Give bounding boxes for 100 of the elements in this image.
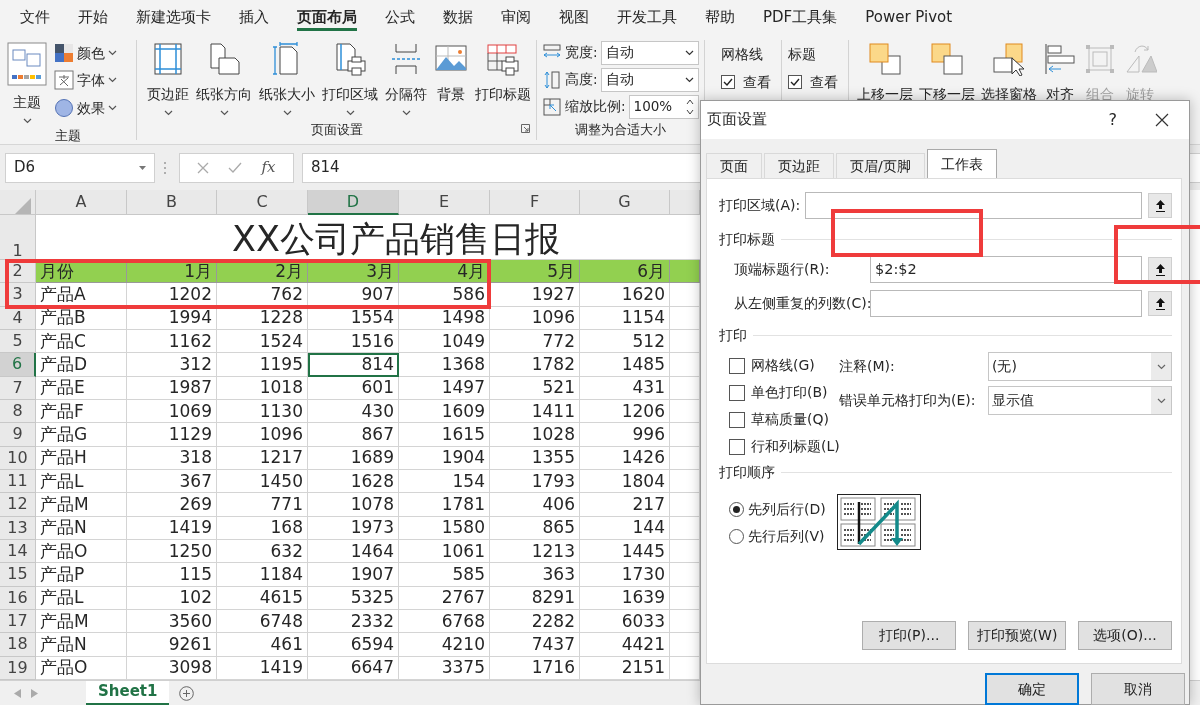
print-titles-icon: [486, 42, 520, 76]
text-field[interactable]: [805, 192, 1142, 219]
dialog-tab[interactable]: 页面: [706, 153, 762, 178]
menu-tab[interactable]: 页面布局: [283, 0, 371, 34]
row-header[interactable]: 12: [0, 493, 36, 517]
ribbon-button[interactable]: 颜色: [52, 42, 119, 65]
dialog-tab[interactable]: 工作表: [926, 149, 997, 178]
table-cell: 1213: [490, 539, 580, 564]
menu-tab[interactable]: 审阅: [487, 0, 545, 34]
table-cell: 771: [217, 493, 308, 517]
checkbox[interactable]: 草稿质量(Q): [729, 410, 839, 429]
dialog-button[interactable]: 打印预览(W): [968, 621, 1066, 650]
row-header[interactable]: 10: [0, 446, 36, 470]
menu-tab[interactable]: 帮助: [691, 0, 749, 34]
help-button[interactable]: ?: [1108, 108, 1117, 132]
dropdown-field[interactable]: (无): [988, 352, 1172, 381]
menu-tab[interactable]: PDF工具集: [749, 0, 852, 34]
row-header[interactable]: 15: [0, 563, 36, 587]
row-header[interactable]: 9: [0, 423, 36, 447]
table-cell: 430: [308, 399, 399, 424]
dropdown-icon[interactable]: [139, 165, 146, 170]
text-field[interactable]: [870, 290, 1142, 317]
row-header[interactable]: 18: [0, 633, 36, 657]
checkbox[interactable]: 单色打印(B): [729, 383, 839, 402]
confirm-icon[interactable]: [228, 161, 243, 174]
menu-tab[interactable]: 数据: [429, 0, 487, 34]
menu-tab[interactable]: 新建选项卡: [122, 0, 225, 34]
radio-button[interactable]: 先列后行(D): [729, 499, 837, 519]
scroll-right-icon[interactable]: [31, 688, 38, 698]
menu-tab[interactable]: 开始: [64, 0, 122, 34]
collapse-button[interactable]: [1148, 257, 1172, 282]
dialog-button[interactable]: 取消: [1091, 673, 1185, 705]
group-label: 主题: [55, 128, 81, 144]
checkbox[interactable]: 查看: [788, 72, 838, 93]
ribbon-button[interactable]: 页边距: [145, 40, 191, 120]
ribbon-button[interactable]: 纸张大小: [257, 40, 317, 120]
ribbon-button[interactable]: 打印标题: [473, 40, 533, 120]
dialog-launcher-icon[interactable]: [521, 124, 530, 133]
column-header[interactable]: B: [127, 190, 217, 215]
row-header[interactable]: 5: [0, 330, 36, 354]
spin-arrows-icon[interactable]: [686, 97, 694, 116]
caret-icon: [22, 118, 32, 125]
checkbox[interactable]: 行和列标题(L): [729, 437, 839, 456]
row-header[interactable]: 14: [0, 539, 36, 564]
ribbon-button[interactable]: 字体: [52, 69, 119, 92]
ribbon-button[interactable]: 打印区域: [320, 40, 380, 120]
themes-button[interactable]: 主题: [5, 40, 49, 127]
column-header[interactable]: E: [399, 190, 490, 215]
table-cell: 8291: [490, 586, 580, 610]
table-cell: 363: [490, 563, 580, 587]
row-header[interactable]: 6: [0, 353, 36, 377]
menu-tab[interactable]: 文件: [6, 0, 64, 34]
column-header[interactable]: A: [36, 190, 127, 215]
row-header[interactable]: 11: [0, 469, 36, 494]
theme-icon[interactable]: [7, 42, 47, 86]
row-header[interactable]: 8: [0, 399, 36, 424]
row-header[interactable]: 1: [0, 215, 36, 260]
column-header[interactable]: G: [580, 190, 670, 215]
close-icon[interactable]: [1155, 113, 1169, 127]
menu-tab[interactable]: 开发工具: [603, 0, 691, 34]
checkbox[interactable]: 查看: [721, 72, 771, 93]
ribbon-button[interactable]: 纸张方向: [194, 40, 254, 120]
row-header[interactable]: 19: [0, 656, 36, 680]
collapse-button[interactable]: [1148, 291, 1172, 316]
caret-icon: [282, 110, 292, 117]
dialog-button[interactable]: 确定: [985, 673, 1079, 705]
text-field[interactable]: $2:$2: [870, 256, 1142, 283]
dialog-button[interactable]: 选项(O)...: [1078, 621, 1172, 650]
menu-tab[interactable]: 公式: [371, 0, 429, 34]
row-header[interactable]: 16: [0, 586, 36, 610]
column-header[interactable]: D: [308, 190, 399, 215]
column-header[interactable]: F: [490, 190, 580, 215]
menu-tab[interactable]: Power Pivot: [851, 0, 967, 34]
dialog-button[interactable]: 打印(P)...: [862, 621, 956, 650]
sheet-tab[interactable]: Sheet1: [86, 680, 170, 705]
row-header[interactable]: 13: [0, 516, 36, 540]
row-header[interactable]: 7: [0, 376, 36, 400]
insert-function-button[interactable]: fx: [261, 156, 276, 179]
name-box[interactable]: D6: [5, 152, 155, 183]
dialog-tab[interactable]: 页眉/页脚: [836, 153, 925, 178]
cancel-icon[interactable]: [197, 161, 210, 174]
dialog-tab[interactable]: 页边距: [764, 153, 834, 178]
ribbon-button[interactable]: 效果: [52, 96, 119, 119]
ribbon-button[interactable]: 上移一层: [855, 40, 915, 107]
column-header[interactable]: C: [217, 190, 308, 215]
menu-tab[interactable]: 插入: [225, 0, 283, 34]
radio-button[interactable]: 先行后列(V): [729, 526, 837, 546]
checkbox[interactable]: 网格线(G): [729, 356, 839, 375]
menu-tab[interactable]: 视图: [545, 0, 603, 34]
add-sheet-icon[interactable]: [179, 685, 195, 701]
ribbon-field[interactable]: 自动: [600, 40, 699, 65]
dropdown-field[interactable]: 显示值: [988, 386, 1172, 415]
ribbon-field[interactable]: 100%: [628, 94, 699, 119]
scroll-left-icon[interactable]: [14, 688, 21, 698]
collapse-button[interactable]: [1148, 193, 1172, 218]
ribbon-button[interactable]: 对齐: [1041, 40, 1079, 107]
ribbon-button[interactable]: 背景: [432, 40, 470, 120]
row-header[interactable]: 17: [0, 609, 36, 634]
ribbon-field[interactable]: 自动: [600, 67, 699, 92]
ribbon-button[interactable]: 分隔符: [383, 40, 429, 120]
